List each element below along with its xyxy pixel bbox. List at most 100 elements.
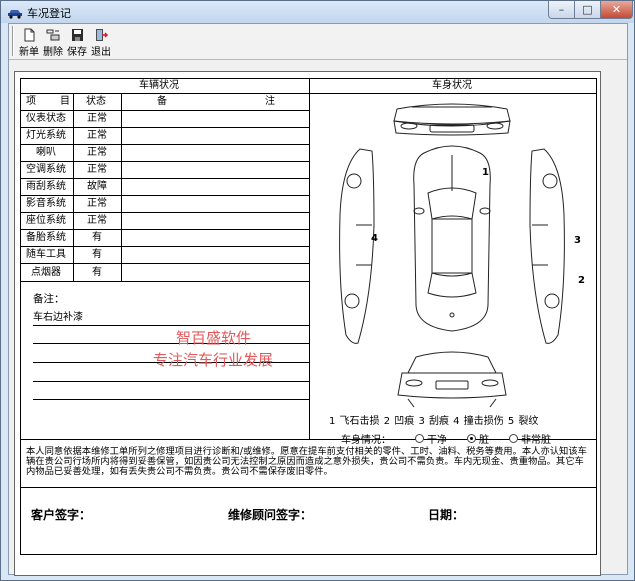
- header-status: 状态: [86, 96, 106, 107]
- new-document-icon: [24, 28, 34, 42]
- toolbar: 新单 删除 保存 退出: [9, 24, 627, 60]
- table-row-divider: [21, 246, 309, 247]
- car-right-side-view: [529, 148, 565, 344]
- row-item: 备胎系统: [26, 232, 66, 243]
- table-row-divider: [21, 212, 309, 213]
- row-status[interactable]: 正常: [87, 198, 107, 210]
- table-row-divider: [21, 229, 309, 230]
- header-remark-a: 备: [157, 96, 167, 107]
- row-item: 喇叭: [36, 147, 56, 158]
- row-status[interactable]: 有: [92, 232, 102, 244]
- maximize-icon: □: [582, 3, 593, 16]
- condition-very-dirty-label: 非常脏: [521, 435, 551, 446]
- save-button[interactable]: 保存: [65, 26, 89, 58]
- car-app-icon: [8, 10, 22, 19]
- table-row-divider: [21, 144, 309, 145]
- advisor-signature-label: 维修顾问签字：: [228, 508, 313, 522]
- condition-clean-radio[interactable]: [415, 434, 424, 443]
- save-disk-icon: [71, 29, 83, 41]
- car-rear-view: [397, 351, 507, 408]
- main-window: 车况登记 – □ ✕ 新单 删除 保存 退出 车辆状况 车身状况 项 目 状态 …: [0, 0, 635, 581]
- table-row-divider: [21, 195, 309, 196]
- date-label: 日期：: [428, 508, 465, 522]
- row-item: 随车工具: [26, 249, 66, 260]
- notes-line: [33, 325, 309, 326]
- row-status[interactable]: 有: [92, 267, 102, 279]
- row-status[interactable]: 有: [92, 249, 102, 261]
- close-button[interactable]: ✕: [600, 1, 633, 19]
- section-divider: [309, 79, 310, 439]
- watermark-brand: 智百盛软件: [176, 329, 252, 347]
- car-top-view: [413, 145, 491, 332]
- car-front-view: [393, 103, 511, 136]
- condition-dirty-label: 脏: [479, 435, 489, 446]
- close-icon: ✕: [611, 3, 622, 16]
- exit-button-label: 退出: [91, 47, 111, 58]
- notes-text[interactable]: 车右边补漆: [33, 312, 83, 324]
- customer-signature-label: 客户签字：: [31, 508, 92, 522]
- car-left-side-view: [339, 148, 375, 344]
- row-status[interactable]: 正常: [87, 147, 107, 159]
- table-bottom: [21, 281, 309, 282]
- table-col-divider: [73, 93, 74, 281]
- signature-divider: [21, 487, 596, 488]
- row-status[interactable]: 正常: [87, 130, 107, 142]
- row-item: 影音系统: [26, 198, 66, 209]
- table-row-divider: [21, 110, 309, 111]
- row-item: 灯光系统: [26, 130, 66, 141]
- toolbar-separator: [12, 26, 14, 56]
- row-item: 点烟器: [31, 267, 61, 278]
- delete-icon: [46, 29, 60, 41]
- marker-3: 3: [574, 235, 581, 246]
- row-status[interactable]: 正常: [87, 113, 107, 125]
- body-condition-row: 车身情况： 干净 脏 非常脏: [341, 431, 551, 446]
- row-item: 座位系统: [26, 215, 66, 226]
- marker-4: 4: [371, 233, 378, 244]
- agreement-text: 本人同意依据本维修工单所列之修理项目进行诊断和/或维修。愿意在提车前支付相关的零…: [26, 446, 587, 477]
- damage-legend: 1 飞石击损 2 凹痕 3 刮痕 4 撞击损伤 5 裂纹: [329, 416, 539, 427]
- table-row-divider: [21, 161, 309, 162]
- body-status-title: 车身状况: [432, 80, 472, 91]
- row-status[interactable]: 正常: [87, 164, 107, 176]
- car-body-diagram: 1 2 3 4: [339, 103, 585, 408]
- notes-line: [33, 399, 309, 400]
- condition-very-dirty-radio[interactable]: [509, 434, 518, 443]
- condition-dirty-radio[interactable]: [467, 434, 476, 443]
- header-remark-b: 注: [265, 96, 275, 107]
- header-item-b: 目: [60, 96, 70, 107]
- row-status[interactable]: 正常: [87, 215, 107, 227]
- maximize-button[interactable]: □: [574, 1, 601, 19]
- notes-label: 备注：: [33, 293, 65, 305]
- notes-line: [33, 343, 309, 344]
- exit-button[interactable]: 退出: [89, 26, 113, 58]
- watermark-slogan: 专注汽车行业发展: [153, 351, 274, 369]
- vehicle-status-title: 车辆状况: [139, 80, 179, 91]
- header-item-a: 项: [26, 96, 36, 107]
- minimize-button[interactable]: –: [548, 1, 575, 19]
- new-button-label: 新单: [19, 47, 39, 58]
- client-area: 新单 删除 保存 退出 车辆状况 车身状况 项 目 状态 备 注 仪表状态 正常…: [8, 23, 628, 576]
- notes-line: [33, 381, 309, 382]
- title-bar: 车况登记 – □ ✕: [1, 1, 634, 23]
- table-row-divider: [21, 178, 309, 179]
- table-col-divider: [121, 93, 122, 281]
- table-row-divider: [21, 127, 309, 128]
- delete-button[interactable]: 删除: [41, 26, 65, 58]
- row-item: 空调系统: [26, 164, 66, 175]
- body-condition-label: 车身情况：: [341, 435, 391, 446]
- inspection-form: 车辆状况 车身状况 项 目 状态 备 注 仪表状态 正常 灯光系统 正常 喇叭 …: [20, 78, 597, 555]
- table-row-divider: [21, 263, 309, 264]
- row-item: 雨刮系统: [26, 181, 66, 192]
- row-status[interactable]: 故障: [87, 181, 107, 193]
- condition-clean-label: 干净: [427, 435, 447, 446]
- delete-button-label: 删除: [43, 47, 63, 58]
- new-button[interactable]: 新单: [17, 26, 41, 58]
- marker-1: 1: [482, 167, 489, 178]
- row-item: 仪表状态: [26, 113, 66, 124]
- minimize-icon: –: [558, 3, 565, 16]
- save-button-label: 保存: [67, 47, 87, 58]
- marker-2: 2: [578, 275, 585, 286]
- inspection-sheet: 车辆状况 车身状况 项 目 状态 备 注 仪表状态 正常 灯光系统 正常 喇叭 …: [14, 71, 601, 576]
- exit-door-icon: [96, 29, 108, 41]
- window-title: 车况登记: [27, 7, 71, 20]
